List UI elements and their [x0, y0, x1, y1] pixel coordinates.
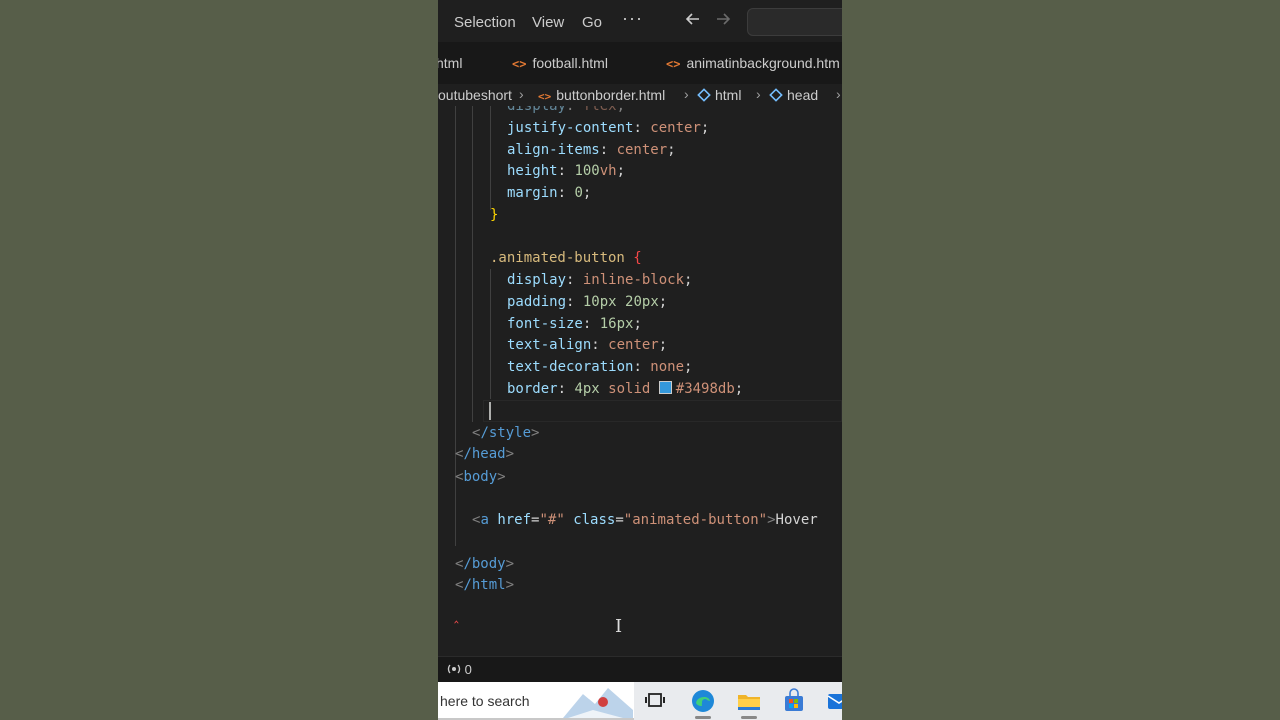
indent-guide	[490, 106, 491, 210]
code-line: display: inline-block;	[507, 272, 693, 288]
code-line: align-items: center;	[507, 142, 676, 158]
code-line: display: flex;	[507, 106, 626, 114]
windows-taskbar: here to search	[438, 682, 842, 720]
code-line: <a href="#" class="animated-button">Hove…	[472, 512, 818, 528]
command-center-search[interactable]	[747, 8, 842, 36]
tab-animatinbackground[interactable]: <> animatinbackground.htm	[666, 42, 840, 84]
code-line: margin: 0;	[507, 185, 592, 201]
code-line: <body>	[455, 469, 506, 485]
breadcrumb-file[interactable]: <> buttonborder.html	[538, 87, 665, 103]
color-swatch[interactable]	[658, 381, 672, 394]
code-line: font-size: 16px;	[507, 316, 642, 332]
background-left	[0, 0, 438, 720]
chevron-right-icon: ›	[684, 86, 689, 102]
vscode-window: Selection View Go ··· html <> football.ht…	[438, 0, 842, 720]
code-line: border: 4px solid #3498db;	[507, 381, 744, 397]
html-file-icon: <>	[538, 90, 552, 103]
taskbar-search[interactable]: here to search	[438, 682, 634, 720]
mail-icon[interactable]	[826, 688, 842, 714]
menu-view[interactable]: View	[532, 14, 564, 31]
ports-status[interactable]: 0	[447, 662, 472, 677]
arrow-left-icon[interactable]	[684, 10, 702, 33]
menu-selection[interactable]: Selection	[454, 14, 516, 31]
code-line: .animated-button {	[490, 250, 642, 266]
breadcrumb-html[interactable]: html	[697, 87, 741, 103]
ibeam-cursor-icon: I	[615, 616, 623, 637]
more-menu-button[interactable]: ···	[622, 8, 643, 29]
cube-icon	[769, 88, 783, 102]
code-line: text-align: center;	[507, 337, 668, 353]
tab-label: football.html	[532, 55, 608, 71]
tab-html[interactable]: html	[438, 42, 462, 84]
active-app-indicator	[741, 716, 757, 719]
chevron-right-icon: ›	[756, 86, 761, 102]
tab-label: animatinbackground.htm	[686, 55, 840, 71]
code-line: </head>	[455, 446, 515, 462]
code-editor[interactable]: display: flex; justify-content: center; …	[438, 106, 842, 656]
menu-bar: Selection View Go ···	[438, 0, 842, 42]
search-placeholder: here to search	[440, 693, 530, 709]
tab-label: html	[438, 55, 463, 71]
code-line: text-decoration: none;	[507, 359, 693, 375]
code-line: </html>	[455, 577, 515, 593]
tab-bar: html <> football.html <> animatinbackgroun…	[438, 42, 842, 84]
search-highlight-icon	[563, 688, 633, 718]
breadcrumb: outubeshort › <> buttonborder.html › html…	[438, 84, 842, 106]
edge-browser-icon[interactable]	[690, 688, 716, 714]
task-view-icon[interactable]	[642, 688, 668, 714]
code-line: height: 100vh;	[507, 163, 626, 179]
text-cursor	[489, 402, 491, 420]
menu-go[interactable]: Go	[582, 14, 602, 31]
code-line: </style>	[472, 425, 540, 441]
status-bar: 0	[438, 656, 842, 683]
chevron-right-icon: ›	[519, 86, 524, 102]
code-line: justify-content: center;	[507, 120, 710, 136]
indent-guide	[472, 106, 473, 422]
breadcrumb-head[interactable]: head	[769, 87, 818, 103]
html-file-icon: <>	[512, 57, 527, 71]
error-squiggle: ‸	[454, 608, 459, 624]
breadcrumb-folder[interactable]: outubeshort	[438, 87, 512, 103]
tab-football[interactable]: <> football.html	[512, 42, 608, 84]
microsoft-store-icon[interactable]	[781, 688, 807, 714]
cube-icon	[697, 88, 711, 102]
code-line: padding: 10px 20px;	[507, 294, 668, 310]
current-line-highlight	[483, 400, 842, 422]
active-app-indicator	[695, 716, 711, 719]
code-line: }	[490, 207, 499, 223]
arrow-right-icon[interactable]	[714, 10, 732, 33]
background-right	[842, 0, 1280, 720]
html-file-icon: <>	[666, 57, 681, 71]
code-line: </body>	[455, 556, 515, 572]
indent-guide	[490, 269, 491, 399]
chevron-right-icon: ›	[836, 86, 841, 102]
file-explorer-icon[interactable]	[736, 688, 762, 714]
broadcast-icon	[447, 664, 461, 674]
